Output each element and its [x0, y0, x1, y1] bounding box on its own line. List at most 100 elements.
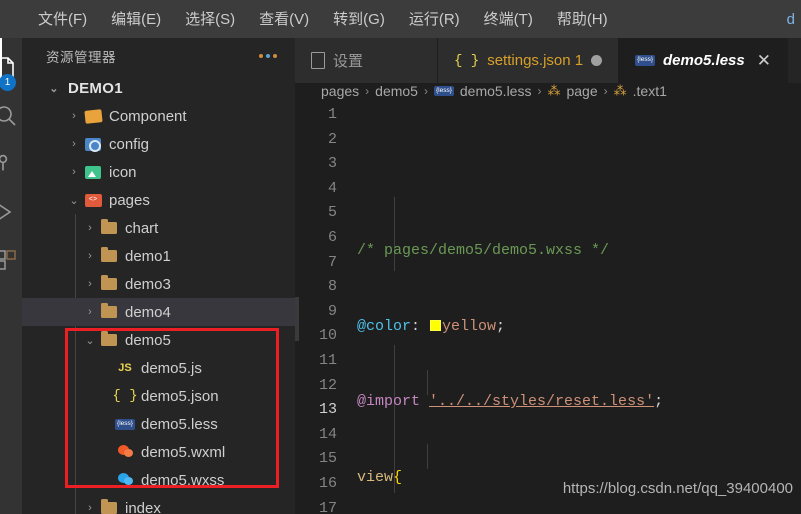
line-number: 16: [318, 474, 337, 492]
line-number: 12: [318, 376, 337, 394]
run-debug-icon[interactable]: [0, 188, 21, 236]
extensions-icon[interactable]: [0, 236, 21, 284]
source-control-icon[interactable]: [0, 140, 21, 188]
vscode-window: 文件(F) 编辑(E) 选择(S) 查看(V) 转到(G) 运行(R) 终端(T…: [0, 0, 801, 514]
line-number: 4: [327, 179, 337, 197]
chevron-right-icon: ›: [72, 138, 76, 151]
rule-icon: ⁂: [613, 83, 627, 98]
folder-image-icon: [82, 165, 104, 179]
tree-item-demo4[interactable]: › demo4: [22, 298, 295, 327]
chevron-down-icon: ⌄: [69, 194, 79, 207]
editor-group: 设置 { } settings.json 1 {less} demo5.less…: [295, 38, 801, 514]
file-tree: ⌄ DEMO1 › Component › config › icon ⌄ <>…: [22, 74, 295, 514]
menu-view[interactable]: 查看(V): [247, 8, 321, 31]
line-number: 11: [318, 351, 337, 369]
tree-item-label: demo5.js: [141, 359, 202, 377]
line-number: 8: [327, 278, 337, 296]
search-icon[interactable]: [0, 92, 21, 140]
tree-item-label: Component: [109, 107, 187, 125]
menu-go[interactable]: 转到(G): [321, 8, 397, 31]
tree-item-config[interactable]: › config: [22, 130, 295, 158]
explorer-badge: 1: [0, 74, 16, 91]
tree-root-demo1[interactable]: ⌄ DEMO1: [22, 74, 295, 102]
color-swatch-yellow[interactable]: [430, 319, 442, 331]
menu-edit[interactable]: 编辑(E): [99, 8, 173, 31]
code-line-2: @color: yellow;: [357, 317, 506, 335]
breadcrumb-item-pages[interactable]: pages: [321, 83, 359, 99]
chevron-right-icon: ›: [423, 84, 428, 98]
folder-icon: [98, 247, 120, 263]
chevron-down-icon: ⌄: [85, 334, 95, 347]
tab-bar: 设置 { } settings.json 1 {less} demo5.less…: [295, 38, 801, 83]
tree-item-label: icon: [109, 163, 137, 181]
tree-item-demo5-wxss[interactable]: › demo5.wxss: [22, 466, 295, 494]
tree-item-demo5-wxml[interactable]: › demo5.wxml: [22, 438, 295, 466]
chevron-right-icon: ›: [88, 222, 92, 235]
close-icon[interactable]: ✕: [757, 51, 771, 71]
explorer-icon[interactable]: 1: [0, 44, 21, 92]
dirty-indicator: [591, 55, 603, 66]
tree-item-label: demo5.wxml: [141, 443, 226, 461]
tab-label: demo5.less: [663, 52, 745, 69]
line-number: 15: [318, 450, 337, 468]
explorer-sidebar: 资源管理器 ⌄ DEMO1 › Component › config › ico…: [22, 38, 295, 514]
breadcrumb-item-page[interactable]: page: [566, 83, 597, 99]
menu-bar: 文件(F) 编辑(E) 选择(S) 查看(V) 转到(G) 运行(R) 终端(T…: [0, 0, 801, 38]
line-number: 17: [318, 499, 337, 514]
tree-item-pages[interactable]: ⌄ <> pages: [22, 186, 295, 214]
line-number: 14: [318, 425, 337, 443]
menu-selection[interactable]: 选择(S): [173, 8, 247, 31]
menu-run[interactable]: 运行(R): [397, 8, 472, 31]
folder-component-icon: [82, 108, 104, 124]
menu-file[interactable]: 文件(F): [26, 8, 99, 31]
tab-settings-json[interactable]: { } settings.json 1: [438, 38, 620, 83]
code-line-3: @import '../../styles/reset.less';: [357, 393, 664, 411]
tree-item-label: demo4: [125, 303, 171, 321]
folder-icon: [98, 275, 120, 291]
tree-item-component[interactable]: › Component: [22, 102, 295, 130]
tree-item-demo3[interactable]: › demo3: [22, 270, 295, 298]
line-number: 7: [327, 253, 337, 271]
sidebar-title: 资源管理器: [46, 50, 116, 66]
tree-item-demo5-js[interactable]: › JS demo5.js: [22, 354, 295, 382]
tab-label: 设置: [333, 53, 364, 70]
line-number-gutter: 1 2 3 4 5 6 7 8 9 10 11 12 13 14 15 16 1: [295, 99, 347, 514]
tab-settings[interactable]: 设置: [295, 38, 438, 83]
less-icon: {less}: [433, 85, 454, 97]
sidebar-header: 资源管理器: [22, 38, 295, 74]
line-number: 5: [327, 204, 337, 222]
tree-item-demo1[interactable]: › demo1: [22, 242, 295, 270]
chevron-right-icon: ›: [88, 306, 92, 319]
line-number: 6: [327, 228, 337, 246]
tree-item-icon[interactable]: › icon: [22, 158, 295, 186]
tree-item-index[interactable]: › index: [22, 494, 295, 514]
tree-item-label: demo5.wxss: [141, 471, 225, 489]
breadcrumb-item-file[interactable]: demo5.less: [460, 83, 532, 99]
tree-item-label: index: [125, 499, 161, 514]
breadcrumb-item-demo5[interactable]: demo5: [375, 83, 418, 99]
tree-item-label: config: [109, 135, 150, 153]
breadcrumb: pages › demo5 › {less} demo5.less › ⁂ pa…: [295, 83, 801, 99]
tree-item-demo5[interactable]: ⌄ demo5: [22, 326, 295, 354]
menu-help[interactable]: 帮助(H): [545, 8, 620, 31]
json-icon: { }: [454, 52, 480, 69]
tree-item-demo5-json[interactable]: › { } demo5.json: [22, 382, 295, 410]
folder-icon: [98, 331, 120, 347]
tree-item-demo5-less[interactable]: › {less} demo5.less: [22, 410, 295, 438]
breadcrumb-item-text1[interactable]: .text1: [633, 83, 667, 99]
code-content[interactable]: /* pages/demo5/demo5.wxss */ @color: yel…: [347, 99, 801, 514]
more-actions-icon[interactable]: [259, 54, 281, 59]
wxml-file-icon: [114, 445, 136, 459]
folder-icon: [98, 219, 120, 235]
tree-item-label: pages: [109, 191, 150, 209]
tab-label: settings.json 1: [487, 52, 584, 69]
chevron-down-icon: ⌄: [49, 82, 59, 95]
line-number: 2: [327, 130, 337, 148]
code-editor[interactable]: 1 2 3 4 5 6 7 8 9 10 11 12 13 14 15 16 1: [295, 99, 801, 514]
window-title: d: [786, 11, 795, 28]
activity-bar: 1: [0, 38, 22, 514]
menu-terminal[interactable]: 终端(T): [472, 8, 545, 31]
line-number-active: 13: [318, 401, 337, 419]
tab-demo5-less[interactable]: {less} demo5.less ✕: [619, 38, 788, 83]
tree-item-chart[interactable]: › chart: [22, 214, 295, 242]
